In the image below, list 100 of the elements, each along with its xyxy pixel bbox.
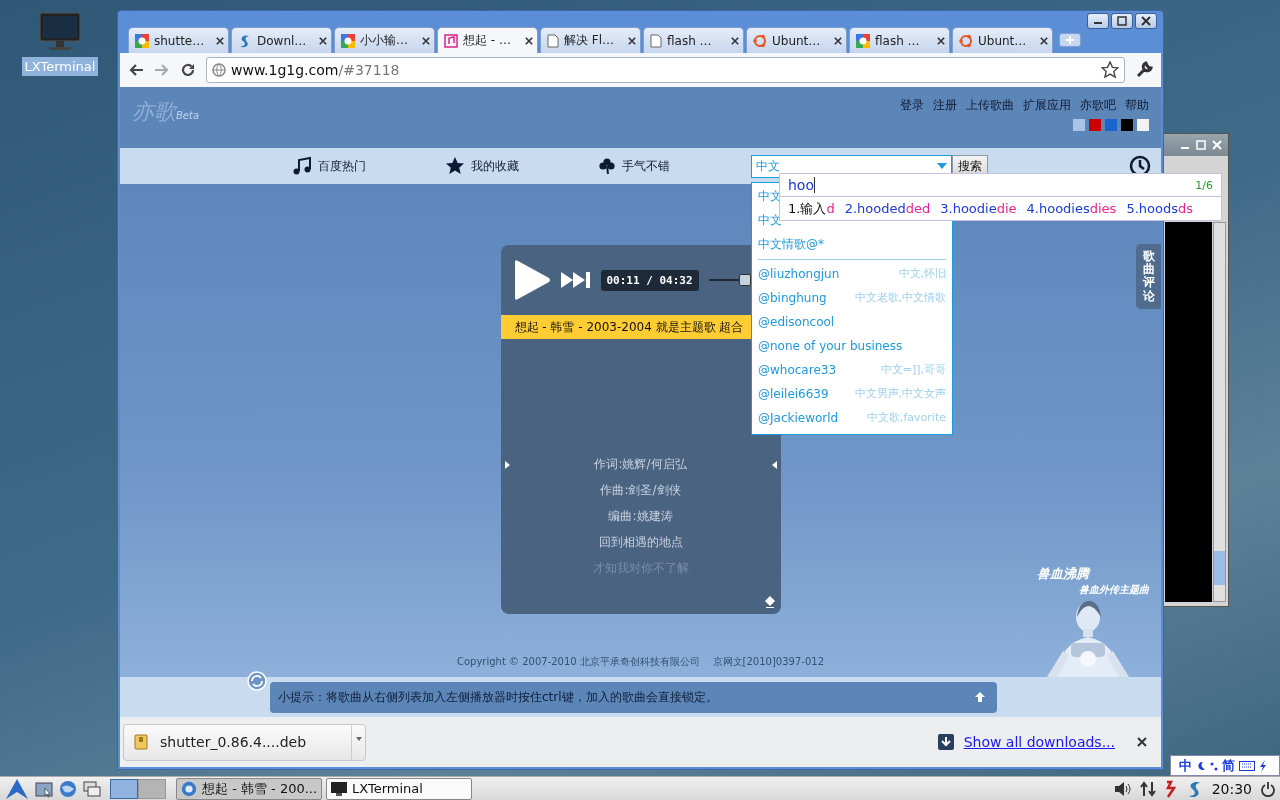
theme-swatch[interactable]	[1105, 119, 1117, 131]
page-icon	[650, 33, 662, 48]
back-icon[interactable]	[128, 62, 144, 78]
close-button[interactable]	[1135, 13, 1157, 29]
expand-right-icon[interactable]	[504, 461, 510, 469]
nav-link[interactable]: 百度热门	[292, 156, 445, 176]
ime-mode[interactable]: 中	[1179, 756, 1192, 775]
nav-link[interactable]: 我的收藏	[445, 156, 598, 176]
theme-swatch[interactable]	[1137, 119, 1149, 131]
new-tab-button[interactable]	[1059, 33, 1081, 47]
close-icon	[1141, 16, 1151, 26]
up-arrow-icon[interactable]	[975, 692, 985, 702]
lyric-line: 作曲:剑圣/剑侠	[600, 482, 681, 499]
taskbar-task[interactable]: LXTerminal	[326, 777, 472, 800]
time-display: 00:11 / 04:32	[600, 269, 699, 291]
close-icon[interactable]	[525, 36, 533, 45]
diamond-icon[interactable]	[764, 596, 775, 608]
workspace-pager[interactable]	[110, 778, 138, 799]
minimize-button[interactable]	[1087, 13, 1109, 29]
globe-icon[interactable]	[58, 778, 78, 799]
lyric-line: 编曲:姚建涛	[608, 508, 673, 525]
header-link[interactable]: 亦歌吧	[1080, 97, 1116, 114]
lyric-line: 作词:姚辉/何启弘	[594, 456, 687, 473]
close-icon[interactable]	[1137, 737, 1147, 747]
browser-tab[interactable]: 小小输…	[334, 27, 435, 53]
scrollbar[interactable]	[1213, 222, 1226, 602]
maximize-button[interactable]	[1111, 13, 1133, 29]
nav-label[interactable]: 手气不错	[622, 157, 670, 175]
caret-icon[interactable]	[937, 163, 947, 169]
theme-swatch[interactable]	[1121, 119, 1133, 131]
close-icon[interactable]	[319, 36, 327, 45]
nav-label[interactable]: 百度热门	[318, 157, 366, 175]
header-link[interactable]: 扩展应用	[1023, 97, 1071, 114]
ime-candidate[interactable]: 5.hoodsds	[1126, 201, 1193, 216]
google-icon	[856, 33, 870, 48]
caret-icon[interactable]	[355, 736, 362, 741]
google-icon	[341, 33, 355, 48]
close-icon[interactable]	[628, 36, 636, 45]
download-item[interactable]: shutter_0.86.4....deb	[123, 723, 366, 761]
ime-candidate[interactable]: 3.hoodiedie	[940, 201, 1017, 216]
header-link[interactable]: 帮助	[1125, 97, 1149, 114]
ime-charset[interactable]: 简	[1222, 756, 1235, 775]
nav-link[interactable]: 手气不错	[598, 157, 751, 175]
user-tags: 中文,怀旧	[898, 266, 946, 281]
ime-candidate[interactable]: 4.hoodiesdies	[1026, 201, 1117, 216]
header-link[interactable]: 注册	[933, 97, 957, 114]
windows-icon[interactable]	[82, 778, 102, 799]
taskbar-task[interactable]: 想起 - 韩雪 - 200...	[176, 777, 322, 800]
globe-icon	[180, 779, 198, 798]
punctuation-icon[interactable]	[1210, 760, 1218, 771]
volume-slider[interactable]	[708, 274, 751, 286]
theme-swatch[interactable]	[1073, 119, 1085, 131]
comments-tab[interactable]: 歌曲评论	[1136, 244, 1161, 309]
app-tray-icon[interactable]	[1163, 779, 1178, 798]
close-icon[interactable]	[834, 36, 842, 45]
keyboard-icon[interactable]	[1239, 760, 1255, 771]
power-icon[interactable]	[1260, 780, 1276, 797]
ime-candidate[interactable]: 2.hoodedded	[844, 201, 931, 216]
wrench-icon[interactable]	[1135, 61, 1153, 79]
expand-left-icon[interactable]	[771, 461, 777, 469]
browser-tab[interactable]: Ubunt…	[952, 27, 1053, 53]
maximize-icon	[1117, 16, 1127, 26]
package-icon	[134, 734, 148, 750]
address-bar[interactable]: www.1g1g.com/#37118	[206, 57, 1125, 83]
browser-tab[interactable]: flash …	[643, 27, 744, 53]
ime-candidate[interactable]: 1.输入d	[788, 199, 835, 218]
lyric-line: 回到相遇的地点	[598, 534, 683, 551]
clover-icon	[598, 157, 616, 175]
star-icon	[445, 156, 465, 176]
browser-tab[interactable]: 解决 Fl…	[540, 27, 641, 53]
reload-icon[interactable]	[180, 62, 196, 78]
ubuntu-icon	[959, 33, 973, 48]
theme-swatch[interactable]	[1089, 119, 1101, 131]
browser-tab[interactable]: Ubunt…	[746, 27, 847, 53]
close-icon[interactable]	[422, 36, 430, 45]
volume-icon[interactable]	[1113, 780, 1132, 797]
browser-tab[interactable]: 想起 - …	[437, 27, 538, 53]
google-icon	[135, 33, 149, 48]
header-link[interactable]: 上传歌曲	[966, 97, 1014, 114]
browser-tab[interactable]: flash …	[849, 27, 950, 53]
show-all-downloads-link[interactable]: Show all downloads...	[963, 734, 1115, 750]
ime-page-indicator: 1/6	[1195, 178, 1213, 192]
skip-forward-icon[interactable]	[560, 272, 591, 288]
lightning-icon[interactable]	[1259, 759, 1267, 772]
clock[interactable]: 20:30	[1211, 780, 1252, 797]
header-link[interactable]: 登录	[900, 97, 924, 114]
play-icon[interactable]	[512, 259, 551, 301]
close-icon[interactable]	[1040, 36, 1048, 45]
close-icon[interactable]	[937, 36, 945, 45]
browser-tab[interactable]: Downl…	[231, 27, 332, 53]
refresh-icon[interactable]	[247, 671, 267, 691]
browser-tab[interactable]: shutte…	[128, 27, 229, 53]
network-icon[interactable]	[1139, 780, 1156, 797]
star-icon[interactable]	[1101, 61, 1119, 79]
close-icon[interactable]	[731, 36, 739, 45]
moon-icon[interactable]	[1196, 760, 1206, 771]
monitor-icon	[330, 780, 348, 797]
nav-label[interactable]: 我的收藏	[471, 157, 519, 175]
close-icon[interactable]	[216, 36, 224, 45]
maximize-icon[interactable]	[1196, 140, 1206, 150]
